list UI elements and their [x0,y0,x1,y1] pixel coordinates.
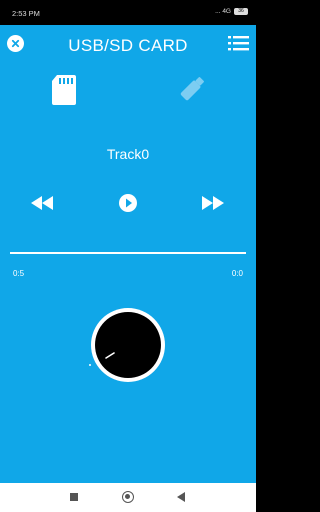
status-time: 2:53 PM [12,9,40,18]
home-icon[interactable] [122,491,134,503]
app-screen: USB/SD CARD Track0 0:5 0:0 [0,25,256,483]
status-bar: 2:53 PM ... 4G 36 [0,0,256,25]
status-indicators: ... 4G 36 [215,8,248,15]
knob-min-dot [89,364,91,366]
list-menu-icon[interactable] [228,35,249,51]
usb-drive-icon[interactable] [178,75,206,103]
next-button[interactable] [202,193,224,213]
play-icon [119,194,137,212]
next-icon [202,196,224,210]
signal-text: ... 4G [215,8,231,15]
volume-knob[interactable] [90,307,166,383]
previous-button[interactable] [31,193,53,213]
duration-time: 0:0 [231,269,243,278]
system-nav-bar [0,483,256,512]
battery-icon: 36 [234,8,248,15]
play-button[interactable] [118,193,138,213]
sd-card-icon[interactable] [52,75,76,105]
track-name: Track0 [106,146,150,162]
seek-bar[interactable] [10,252,246,254]
page-title: USB/SD CARD [68,36,188,55]
recents-icon[interactable] [70,493,78,501]
previous-icon [31,196,53,210]
back-icon[interactable] [177,492,185,502]
current-time: 0:5 [13,269,25,278]
